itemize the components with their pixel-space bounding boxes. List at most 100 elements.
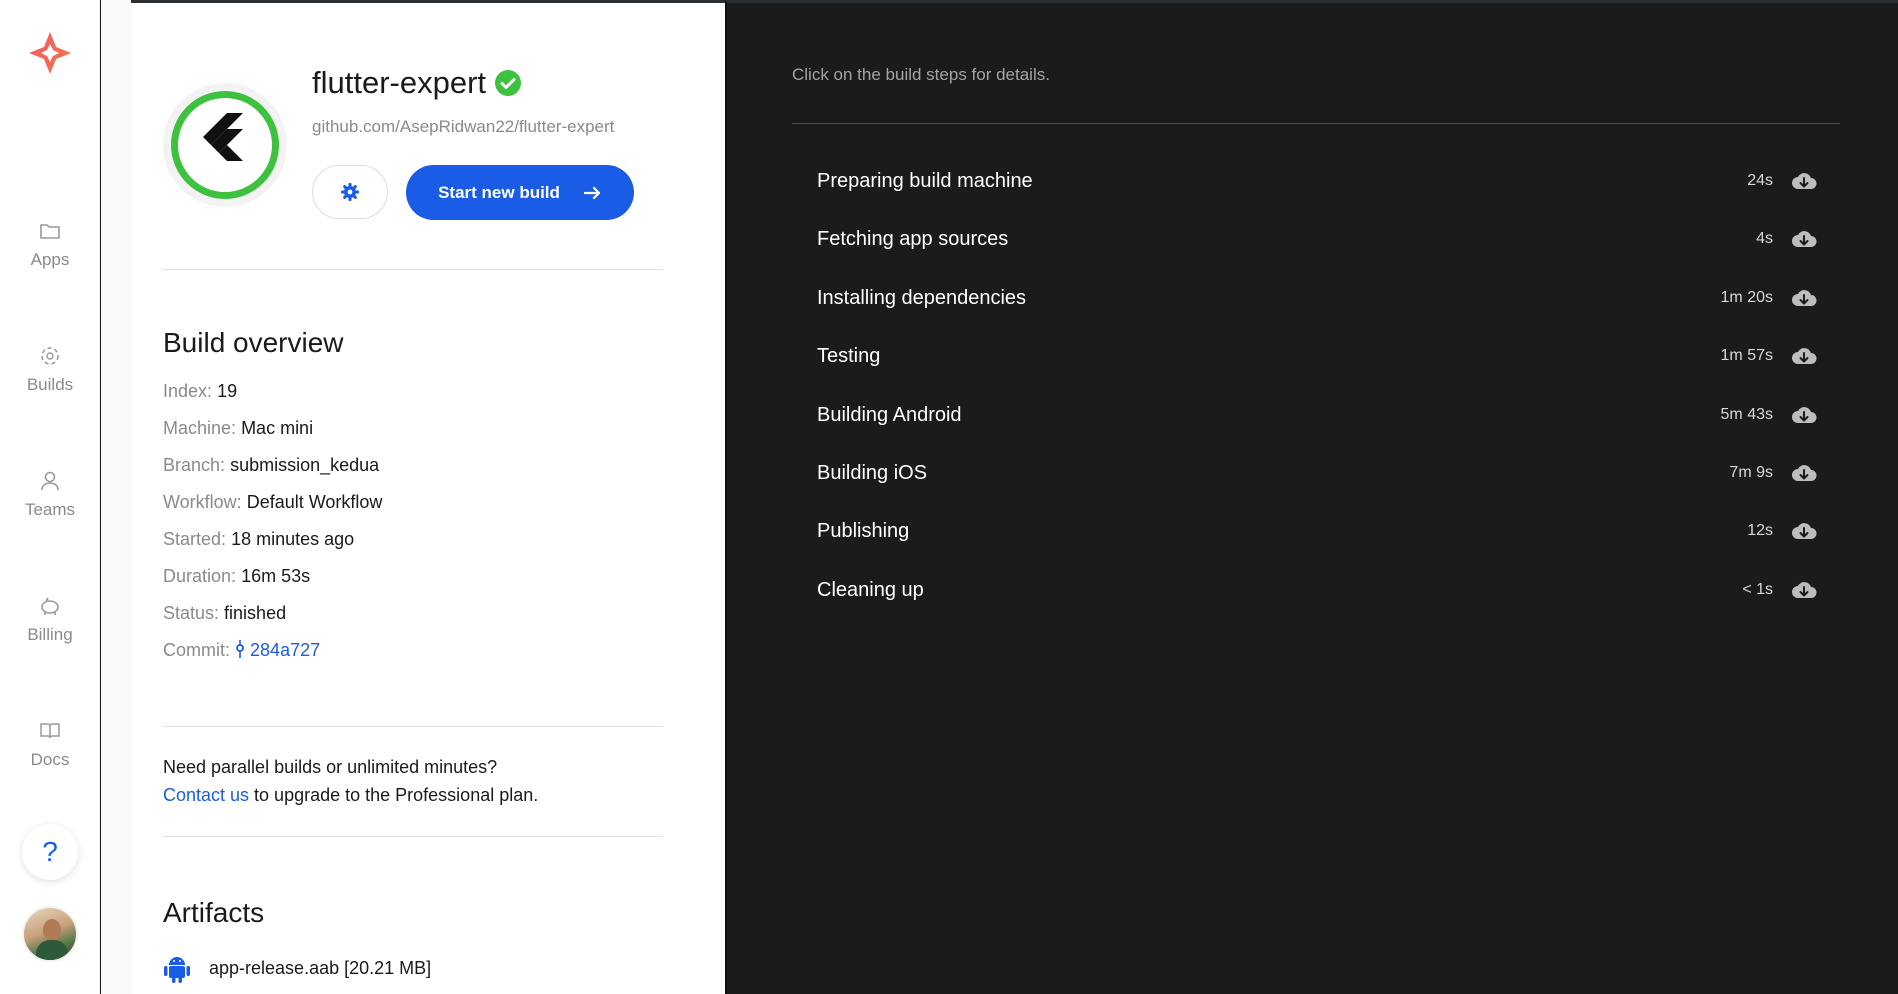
build-step[interactable]: Testing 1m 57s	[817, 336, 1817, 376]
overview-status: Status: finished	[163, 603, 286, 624]
cloud-download-icon[interactable]	[1791, 462, 1817, 484]
step-name: Testing	[817, 344, 881, 367]
arrow-right-icon	[583, 186, 601, 199]
step-duration: 1m 20s	[1720, 289, 1773, 306]
cloud-download-icon[interactable]	[1791, 520, 1817, 542]
divider	[163, 836, 663, 837]
overview-commit: Commit: 284a727	[163, 640, 320, 661]
build-step[interactable]: Preparing build machine 24s	[817, 161, 1817, 201]
build-details-panel: flutter-expert github.com/AsepRidwan22/f…	[131, 0, 725, 994]
gear-icon	[341, 183, 359, 201]
build-step[interactable]: Cleaning up < 1s	[817, 570, 1817, 610]
sidebar-item-label: Teams	[24, 500, 76, 519]
avatar[interactable]	[22, 906, 78, 962]
folder-icon	[40, 224, 60, 239]
cloud-download-icon[interactable]	[1791, 345, 1817, 367]
cloud-download-icon[interactable]	[1791, 170, 1817, 192]
commit-link[interactable]: 284a727	[250, 640, 320, 660]
git-commit-icon	[236, 640, 244, 658]
flutter-logo-icon	[203, 113, 243, 161]
overview-key: Workflow:	[163, 492, 242, 512]
build-step[interactable]: Fetching app sources 4s	[817, 219, 1817, 259]
gutter	[101, 0, 131, 994]
sidebar-item-billing[interactable]: Billing	[0, 593, 100, 645]
overview-key: Machine:	[163, 418, 237, 438]
build-step[interactable]: Building iOS 7m 9s	[817, 453, 1817, 493]
overview-workflow: Workflow: Default Workflow	[163, 492, 382, 513]
upgrade-line-2: Contact us to upgrade to the Professiona…	[163, 781, 538, 809]
contact-us-link[interactable]: Contact us	[163, 785, 249, 805]
step-name: Building iOS	[817, 461, 928, 484]
artifacts-title: Artifacts	[163, 897, 265, 928]
overview-value: finished	[224, 603, 287, 623]
overview-key: Index:	[163, 381, 213, 401]
step-duration: 1m 57s	[1720, 347, 1773, 364]
sidebar-item-docs[interactable]: Docs	[0, 718, 100, 770]
piggy-bank-icon	[41, 597, 59, 615]
build-step[interactable]: Installing dependencies 1m 20s	[817, 278, 1817, 318]
sidebar-item-label: Builds	[26, 375, 74, 394]
build-overview-title: Build overview	[163, 327, 344, 358]
builds-icon	[41, 347, 59, 365]
app-icon	[163, 83, 287, 207]
step-name: Cleaning up	[817, 578, 924, 601]
step-name: Fetching app sources	[817, 227, 1009, 250]
cloud-download-icon[interactable]	[1791, 404, 1817, 426]
overview-value: submission_kedua	[230, 455, 380, 475]
step-name: Building Android	[817, 403, 962, 426]
help-button[interactable]: ?	[22, 824, 78, 880]
book-icon	[40, 723, 60, 739]
step-name: Publishing	[817, 519, 910, 542]
sidebar-item-label: Billing	[27, 625, 73, 644]
artifact-item[interactable]: app-release.aab [20.21 MB]	[163, 953, 431, 983]
sidebar-item-teams[interactable]: Teams	[0, 468, 100, 520]
overview-key: Duration:	[163, 566, 237, 586]
overview-key: Started:	[163, 529, 227, 549]
overview-branch: Branch: submission_kedua	[163, 455, 379, 476]
sidebar-item-label: Docs	[30, 750, 70, 769]
sidebar-item-builds[interactable]: Builds	[0, 343, 100, 395]
step-duration: 24s	[1747, 172, 1773, 189]
repo-url[interactable]: github.com/AsepRidwan22/flutter-expert	[312, 117, 614, 137]
overview-index: Index: 19	[163, 381, 237, 402]
build-step[interactable]: Publishing 12s	[817, 511, 1817, 551]
sidebar-item-apps[interactable]: Apps	[0, 218, 100, 270]
codemagic-logo-icon[interactable]	[27, 30, 73, 76]
overview-value: 16m 53s	[241, 566, 311, 586]
upgrade-line-1: Need parallel builds or unlimited minute…	[163, 757, 498, 777]
overview-value: 19	[217, 381, 238, 401]
artifact-name: app-release.aab [20.21 MB]	[209, 957, 432, 978]
user-icon	[41, 471, 59, 491]
avatar-face	[43, 919, 61, 941]
cloud-download-icon[interactable]	[1791, 228, 1817, 250]
settings-button[interactable]	[312, 165, 388, 219]
overview-machine: Machine: Mac mini	[163, 418, 313, 439]
divider	[792, 123, 1840, 124]
sidebar-item-label: Apps	[30, 250, 70, 269]
overview-duration: Duration: 16m 53s	[163, 566, 310, 587]
build-log-panel: Click on the build steps for details. Pr…	[725, 0, 1898, 994]
overview-value: 18 minutes ago	[231, 529, 355, 549]
divider	[163, 269, 663, 270]
check-circle-icon	[495, 70, 522, 96]
overview-key: Branch:	[163, 455, 226, 475]
upgrade-rest: to upgrade to the Professional plan.	[249, 785, 539, 805]
overview-key: Commit:	[163, 640, 230, 660]
step-name: Preparing build machine	[817, 169, 1033, 192]
android-icon	[164, 957, 190, 983]
cloud-download-icon[interactable]	[1791, 579, 1817, 601]
overview-value: Default Workflow	[246, 492, 383, 512]
build-step[interactable]: Building Android 5m 43s	[817, 395, 1817, 435]
start-new-build-label: Start new build	[438, 182, 560, 202]
start-new-build-button[interactable]: Start new build	[406, 165, 634, 220]
overview-started: Started: 18 minutes ago	[163, 529, 354, 550]
cloud-download-icon[interactable]	[1791, 287, 1817, 309]
app-title: flutter-expert	[312, 65, 487, 100]
step-duration: 12s	[1747, 522, 1773, 539]
overview-key: Status:	[163, 603, 220, 623]
app-title-row: flutter-expert	[312, 63, 522, 103]
upgrade-notice: Need parallel builds or unlimited minute…	[163, 753, 538, 809]
sidebar: Apps Builds Teams Billing Docs ?	[0, 0, 100, 994]
step-duration: 7m 9s	[1729, 464, 1773, 481]
step-duration: 5m 43s	[1720, 406, 1773, 423]
